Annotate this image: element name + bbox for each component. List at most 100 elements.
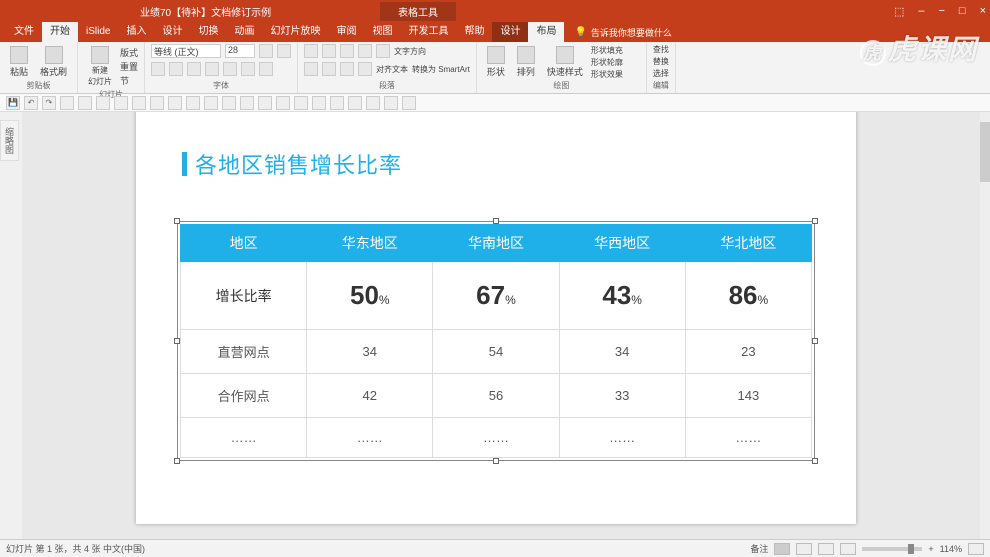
numbering-button[interactable] — [322, 44, 336, 58]
tab-transitions[interactable]: 切换 — [190, 22, 226, 42]
tab-home[interactable]: 开始 — [42, 22, 78, 42]
table-object[interactable]: 地区 华东地区 华南地区 华西地区 华北地区 增长比率50%67%43%86%直… — [180, 224, 812, 458]
maximize-button[interactable]: □ — [959, 5, 966, 18]
shape-effects-button[interactable]: 形状效果 — [591, 69, 623, 80]
vertical-scrollbar[interactable] — [980, 112, 990, 539]
qat-btn[interactable] — [402, 96, 416, 110]
qat-btn[interactable] — [366, 96, 380, 110]
thumbnail-pane-tab[interactable]: 缩略图 — [0, 120, 19, 161]
qat-btn[interactable] — [258, 96, 272, 110]
qat-undo-button[interactable]: ↶ — [24, 96, 38, 110]
resize-handle[interactable] — [812, 218, 818, 224]
indent-dec-button[interactable] — [340, 44, 354, 58]
quick-styles-button[interactable]: 快速样式 — [543, 44, 587, 80]
qat-btn[interactable] — [78, 96, 92, 110]
qat-btn[interactable] — [60, 96, 74, 110]
qat-btn[interactable] — [384, 96, 398, 110]
qat-btn[interactable] — [132, 96, 146, 110]
zoom-thumb[interactable] — [908, 544, 914, 554]
align-center-button[interactable] — [322, 62, 336, 76]
strike-button[interactable] — [205, 62, 219, 76]
arrange-button[interactable]: 排列 — [513, 44, 539, 80]
smartart-button[interactable]: 转换为 SmartArt — [412, 64, 470, 75]
tab-insert[interactable]: 插入 — [118, 22, 154, 42]
normal-view-button[interactable] — [774, 543, 790, 555]
font-size-combo[interactable]: 28 — [225, 44, 255, 58]
scrollbar-thumb[interactable] — [980, 122, 990, 182]
qat-btn[interactable] — [348, 96, 362, 110]
close-button[interactable]: × — [980, 5, 986, 18]
shrink-font-button[interactable] — [277, 44, 291, 58]
tab-table-design[interactable]: 设计 — [492, 22, 528, 42]
qat-btn[interactable] — [294, 96, 308, 110]
resize-handle[interactable] — [174, 218, 180, 224]
qat-btn[interactable] — [150, 96, 164, 110]
tab-view[interactable]: 视图 — [364, 22, 400, 42]
tell-me-search[interactable]: 💡 告诉我你想要做什么 — [574, 26, 671, 39]
resize-handle[interactable] — [812, 458, 818, 464]
qat-btn[interactable] — [240, 96, 254, 110]
zoom-plus[interactable]: + — [928, 544, 933, 554]
zoom-value[interactable]: 114% — [940, 544, 962, 554]
align-left-button[interactable] — [304, 62, 318, 76]
qat-btn[interactable] — [330, 96, 344, 110]
replace-button[interactable]: 替换 — [653, 56, 669, 67]
slide-canvas[interactable]: 各地区销售增长比率 地区 华东地区 华南地区 华西地区 华北地区 增长比率50%… — [136, 112, 856, 524]
qat-btn[interactable] — [312, 96, 326, 110]
reading-view-button[interactable] — [818, 543, 834, 555]
layout-button[interactable]: 版式 — [120, 46, 138, 59]
tab-animations[interactable]: 动画 — [226, 22, 262, 42]
resize-handle[interactable] — [174, 458, 180, 464]
resize-handle[interactable] — [493, 458, 499, 464]
qat-redo-button[interactable]: ↷ — [42, 96, 56, 110]
find-button[interactable]: 查找 — [653, 44, 669, 55]
ribbon-opt-icon[interactable]: ⬚ — [894, 5, 904, 18]
notes-button[interactable]: 备注 — [750, 542, 768, 555]
qat-btn[interactable] — [222, 96, 236, 110]
tab-file[interactable]: 文件 — [6, 22, 42, 42]
justify-button[interactable] — [358, 62, 372, 76]
qat-btn[interactable] — [186, 96, 200, 110]
underline-button[interactable] — [187, 62, 201, 76]
qat-save-button[interactable]: 💾 — [6, 96, 20, 110]
new-slide-button[interactable]: 新建 幻灯片 — [84, 44, 116, 89]
spacing-button[interactable] — [241, 62, 255, 76]
select-button[interactable]: 选择 — [653, 68, 669, 79]
shape-fill-button[interactable]: 形状填充 — [591, 45, 623, 56]
align-right-button[interactable] — [340, 62, 354, 76]
shapes-button[interactable]: 形状 — [483, 44, 509, 80]
qat-btn[interactable] — [204, 96, 218, 110]
text-direction-button[interactable]: 文字方向 — [394, 46, 426, 57]
shape-outline-button[interactable]: 形状轮廓 — [591, 57, 623, 68]
slide-editor[interactable]: 各地区销售增长比率 地区 华东地区 华南地区 华西地区 华北地区 增长比率50%… — [22, 112, 984, 539]
italic-button[interactable] — [169, 62, 183, 76]
qat-btn[interactable] — [168, 96, 182, 110]
tab-design[interactable]: 设计 — [154, 22, 190, 42]
resize-handle[interactable] — [493, 218, 499, 224]
slide-title[interactable]: 各地区销售增长比率 — [182, 148, 402, 180]
format-painter-button[interactable]: 格式刷 — [36, 44, 71, 80]
qat-btn[interactable] — [114, 96, 128, 110]
paste-button[interactable]: 粘贴 — [6, 44, 32, 80]
align-text-button[interactable]: 对齐文本 — [376, 64, 408, 75]
qat-btn[interactable] — [96, 96, 110, 110]
fit-button[interactable] — [968, 543, 984, 555]
reset-button[interactable]: 重置 — [120, 60, 138, 73]
indent-inc-button[interactable] — [358, 44, 372, 58]
tab-table-layout[interactable]: 布局 — [528, 22, 564, 42]
qat-btn[interactable] — [276, 96, 290, 110]
tab-review[interactable]: 审阅 — [328, 22, 364, 42]
grow-font-button[interactable] — [259, 44, 273, 58]
bullets-button[interactable] — [304, 44, 318, 58]
resize-handle[interactable] — [174, 338, 180, 344]
shadow-button[interactable] — [223, 62, 237, 76]
zoom-slider[interactable] — [862, 547, 922, 551]
section-button[interactable]: 节 — [120, 74, 138, 87]
tab-slideshow[interactable]: 幻灯片放映 — [262, 22, 328, 42]
resize-handle[interactable] — [812, 338, 818, 344]
tab-help[interactable]: 帮助 — [456, 22, 492, 42]
tab-islide[interactable]: iSlide — [78, 22, 118, 42]
tab-developer[interactable]: 开发工具 — [400, 22, 456, 42]
slideshow-view-button[interactable] — [840, 543, 856, 555]
minimize-button[interactable]: − — [938, 5, 944, 18]
